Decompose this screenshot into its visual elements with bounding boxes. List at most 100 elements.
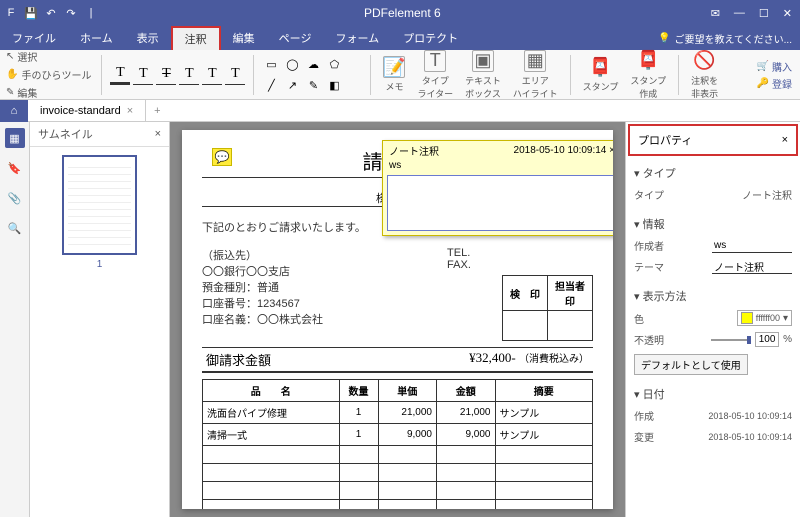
set-default-button[interactable]: デフォルトとして使用 <box>634 354 748 375</box>
main-area: ▦ 🔖 📎 🔍 サムネイル × 1 💬 請 書 様 <box>0 122 800 517</box>
area-highlight-tool[interactable]: ▦エリア ハイライト <box>509 48 562 102</box>
divider-icon: | <box>84 6 98 20</box>
table-row: 洗面台パイプ修理121,00021,000サンプル <box>203 402 593 424</box>
select-tool[interactable]: ↖選択 <box>4 48 93 65</box>
mail-icon[interactable]: ✉ <box>707 7 724 20</box>
highlight-tool[interactable]: T <box>110 65 130 85</box>
display-section-header[interactable]: ▾ 表示方法 <box>634 285 792 307</box>
type-section-header[interactable]: ▾ タイプ <box>634 162 792 184</box>
note-popup[interactable]: ノート注釈 2018-05-10 10:09:14 × ws <box>382 140 613 236</box>
line-tool[interactable]: ╱ <box>262 76 280 94</box>
close-panel-icon[interactable]: × <box>155 128 161 140</box>
opacity-slider[interactable] <box>711 339 751 341</box>
info-section-header[interactable]: ▾ 情報 <box>634 213 792 235</box>
eraser-tool[interactable]: ◧ <box>325 76 343 94</box>
cart-icon: 🛒 <box>757 61 769 72</box>
tab-home[interactable]: ホーム <box>68 26 125 50</box>
undo-icon[interactable]: ↶ <box>44 6 58 20</box>
thumbnails-rail-button[interactable]: ▦ <box>5 128 25 148</box>
rectangle-tool[interactable]: ▭ <box>262 55 280 73</box>
note-tool[interactable]: 📝メモ <box>379 54 409 95</box>
text-tools-group: T T T T T T <box>110 65 245 85</box>
opacity-input[interactable] <box>755 332 779 347</box>
add-tab-button[interactable]: + <box>146 105 168 117</box>
cloud-tool[interactable]: ☁ <box>304 55 322 73</box>
squiggly-tool[interactable]: T <box>179 65 199 85</box>
document-view[interactable]: 💬 請 書 様 下記のとおりご請求いたします。 （振込先） 〇〇銀行〇〇支店 預… <box>170 122 625 517</box>
tab-view[interactable]: 表示 <box>125 26 171 50</box>
table-row: 清掃一式19,0009,000サンプル <box>203 424 593 446</box>
theme-input[interactable] <box>712 260 792 274</box>
note-annotation[interactable]: 💬 <box>212 148 232 166</box>
stamp-table: 検 印担当者印 <box>502 275 593 341</box>
create-stamp-tool[interactable]: 📮スタンプ 作成 <box>626 48 670 102</box>
color-picker[interactable]: ffffff00▾ <box>737 310 792 326</box>
register-button[interactable]: 🔑登録 <box>757 76 792 91</box>
replace-tool[interactable]: T <box>225 65 245 85</box>
menubar: ファイル ホーム 表示 注釈 編集 ページ フォーム プロテクト 💡 ご要望を教… <box>0 26 800 50</box>
pdf-page: 💬 請 書 様 下記のとおりご請求いたします。 （振込先） 〇〇銀行〇〇支店 預… <box>182 130 613 509</box>
select-tool-group: ↖選択 ✋手のひらツール ✎編集 <box>4 48 93 101</box>
color-label: 色 <box>634 311 644 326</box>
home-tab-button[interactable]: ⌂ <box>0 100 28 122</box>
thumbnail-panel: サムネイル × 1 <box>30 122 170 517</box>
document-tabs: ⌂ invoice-standard × + <box>0 100 800 122</box>
create-stamp-icon: 📮 <box>637 50 659 72</box>
created-value: 2018-05-10 10:09:14 <box>708 411 792 421</box>
hide-annotations-tool[interactable]: 🚫注釈を 非表示 <box>687 48 722 102</box>
search-rail-button[interactable]: 🔍 <box>5 218 25 238</box>
bookmarks-rail-button[interactable]: 🔖 <box>5 158 25 178</box>
tab-page[interactable]: ページ <box>267 26 324 50</box>
hand-tool[interactable]: ✋手のひらツール <box>4 66 93 83</box>
app-logo-icon: F <box>4 6 18 20</box>
tab-edit[interactable]: 編集 <box>221 26 267 50</box>
tab-annotate[interactable]: 注釈 <box>171 26 221 50</box>
polygon-tool[interactable]: ⬠ <box>325 55 343 73</box>
stamp-tool[interactable]: 📮スタンプ <box>579 54 623 95</box>
type-value: ノート注釈 <box>742 187 792 202</box>
note-text-input[interactable] <box>387 175 613 231</box>
account-name-line: 口座名義：〇〇株式会社 <box>202 311 417 327</box>
thumbnail-page-number: 1 <box>97 259 103 270</box>
save-icon[interactable]: 💾 <box>24 6 38 20</box>
author-input[interactable] <box>712 239 792 253</box>
close-button[interactable]: ✕ <box>779 7 796 20</box>
note-timestamp: 2018-05-10 10:09:14 <box>514 145 607 156</box>
created-label: 作成 <box>634 408 654 423</box>
cursor-icon: ↖ <box>6 51 14 62</box>
chevron-down-icon: ▾ <box>783 313 788 324</box>
page-thumbnail[interactable] <box>62 155 137 255</box>
minimize-button[interactable]: — <box>730 7 749 19</box>
help-text[interactable]: ご要望を教えてください... <box>674 31 792 46</box>
key-icon: 🔑 <box>757 78 769 89</box>
properties-panel: プロパティ × ▾ タイプ タイプノート注釈 ▾ 情報 作成者 テーマ ▾ 表示… <box>625 122 800 517</box>
table-row <box>203 464 593 482</box>
edit-tool[interactable]: ✎編集 <box>4 84 93 101</box>
underline-tool[interactable]: T <box>133 65 153 85</box>
note-author: ws <box>383 160 613 171</box>
oval-tool[interactable]: ◯ <box>283 55 301 73</box>
account-no-line: 口座番号：1234567 <box>202 295 417 311</box>
buy-button[interactable]: 🛒購入 <box>757 59 792 74</box>
textbox-tool[interactable]: ▣テキスト ボックス <box>461 48 505 102</box>
close-tab-icon[interactable]: × <box>127 105 133 117</box>
attachments-rail-button[interactable]: 📎 <box>5 188 25 208</box>
maximize-button[interactable]: ☐ <box>755 7 773 20</box>
tab-form[interactable]: フォーム <box>323 26 391 50</box>
strikethrough-tool[interactable]: T <box>156 65 176 85</box>
close-properties-icon[interactable]: × <box>782 134 788 146</box>
tab-file[interactable]: ファイル <box>0 26 68 50</box>
tab-protect[interactable]: プロテクト <box>391 26 470 50</box>
pencil-draw-tool[interactable]: ✎ <box>304 76 322 94</box>
arrow-tool[interactable]: ↗ <box>283 76 301 94</box>
date-section-header[interactable]: ▾ 日付 <box>634 383 792 405</box>
note-close-icon[interactable]: × <box>609 145 613 156</box>
opacity-label: 不透明 <box>634 332 664 347</box>
table-row <box>203 482 593 500</box>
redo-icon[interactable]: ↷ <box>64 6 78 20</box>
thumbnail-panel-title: サムネイル <box>38 126 93 142</box>
deposit-line: 預金種別：普通 <box>202 279 417 295</box>
document-tab[interactable]: invoice-standard × <box>28 100 146 122</box>
typewriter-tool[interactable]: Tタイプ ライター <box>413 48 457 102</box>
caret-tool[interactable]: T <box>202 65 222 85</box>
